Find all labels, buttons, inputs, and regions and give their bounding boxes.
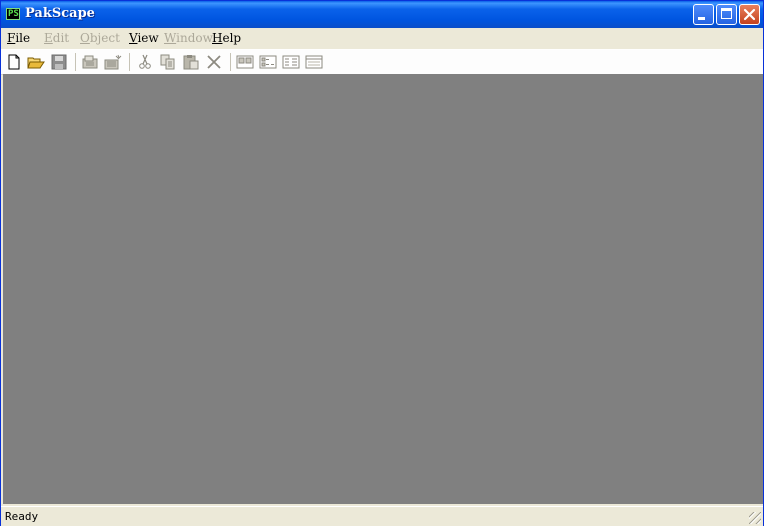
cut-button[interactable] xyxy=(136,53,154,71)
open-button[interactable] xyxy=(27,53,45,71)
copy-icon xyxy=(160,54,175,70)
menu-file[interactable]: File xyxy=(7,31,30,45)
app-window: PS PakScape File Edit Object View Window… xyxy=(0,0,764,526)
window-title: PakScape xyxy=(25,6,95,21)
paste-button[interactable] xyxy=(182,53,200,71)
cut-icon xyxy=(139,54,151,69)
close-button[interactable] xyxy=(739,4,760,25)
add-folder-icon xyxy=(104,54,122,70)
paste-icon xyxy=(183,55,199,70)
add-folder-button[interactable] xyxy=(104,53,122,71)
app-icon[interactable]: PS xyxy=(6,8,20,20)
title-bar[interactable]: PS PakScape xyxy=(1,1,763,28)
menu-edit[interactable]: Edit xyxy=(44,31,69,45)
menu-window[interactable]: Window xyxy=(164,31,213,45)
minimize-button[interactable] xyxy=(693,4,714,25)
toolbar-separator xyxy=(75,53,76,71)
toolbar xyxy=(1,49,763,75)
menu-object[interactable]: Object xyxy=(80,31,120,45)
add-files-icon xyxy=(82,55,98,69)
list-view-icon xyxy=(282,55,300,69)
save-button[interactable] xyxy=(50,53,68,71)
open-folder-icon xyxy=(27,57,45,69)
details-view-icon xyxy=(305,55,323,69)
save-icon xyxy=(51,54,67,70)
delete-icon xyxy=(207,55,221,69)
app-icon-label: PS xyxy=(8,9,19,19)
toolbar-separator xyxy=(230,53,231,71)
large-icons-view-icon xyxy=(236,55,254,69)
resize-grip-icon[interactable] xyxy=(749,512,761,524)
status-text: Ready xyxy=(5,510,39,523)
maximize-icon xyxy=(721,8,732,19)
menu-view[interactable]: View xyxy=(129,31,159,45)
new-file-button[interactable] xyxy=(5,53,23,71)
list-view-button[interactable] xyxy=(282,53,300,71)
new-file-icon xyxy=(8,54,20,70)
large-icons-view-button[interactable] xyxy=(236,53,254,71)
small-icons-view-button[interactable] xyxy=(259,53,277,71)
close-icon xyxy=(740,5,759,24)
mdi-workspace[interactable] xyxy=(3,74,763,504)
copy-button[interactable] xyxy=(159,53,177,71)
delete-button[interactable] xyxy=(205,53,223,71)
maximize-button[interactable] xyxy=(716,4,737,25)
toolbar-separator xyxy=(129,53,130,71)
details-view-button[interactable] xyxy=(305,53,323,71)
menu-help[interactable]: Help xyxy=(212,31,241,45)
add-files-button[interactable] xyxy=(81,53,99,71)
minimize-icon xyxy=(698,17,705,20)
menu-bar: File Edit Object View Window Help xyxy=(1,28,763,48)
small-icons-view-icon xyxy=(259,55,277,69)
status-bar: Ready xyxy=(1,506,763,526)
